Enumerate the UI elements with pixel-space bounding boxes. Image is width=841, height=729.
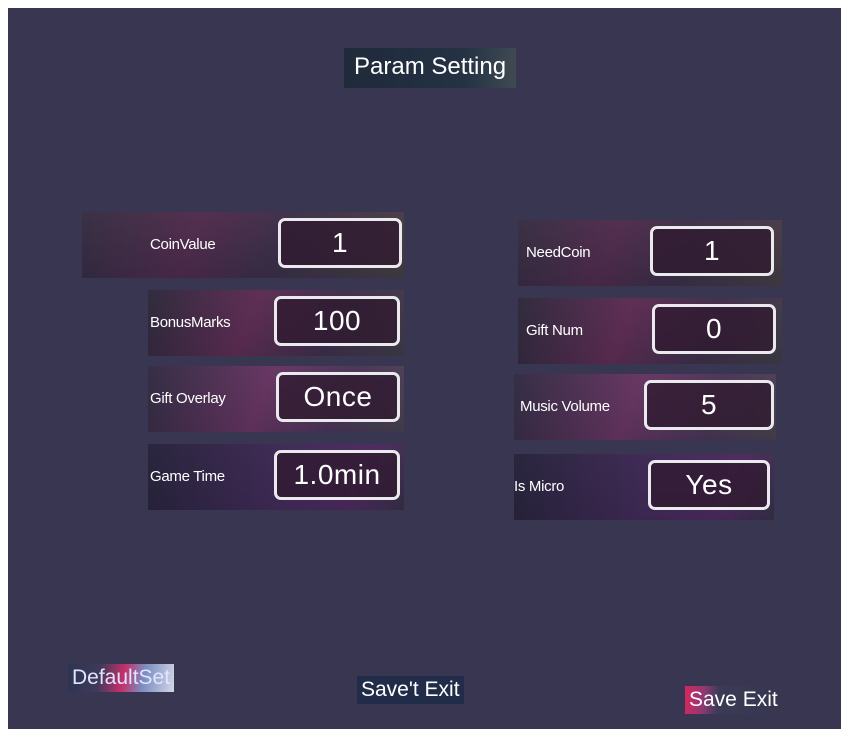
param-row-game-time[interactable]: Game Time 1.0min bbox=[148, 444, 404, 510]
param-label-is-micro: Is Micro bbox=[514, 478, 565, 495]
param-row-gift-overlay[interactable]: Gift Overlay Once bbox=[148, 366, 404, 432]
param-setting-screen: Param Setting CoinValue 1 BonusMarks 100… bbox=[8, 8, 841, 729]
save-exit-button[interactable]: Save Exit bbox=[685, 686, 782, 714]
default-set-button[interactable]: DefaultSet bbox=[68, 664, 175, 692]
param-label-music-volume: Music Volume bbox=[520, 398, 610, 415]
param-label-gift-num: Gift Num bbox=[526, 322, 583, 339]
param-value-gift-num[interactable]: 0 bbox=[652, 304, 776, 354]
param-value-need-coin[interactable]: 1 bbox=[650, 226, 774, 276]
param-value-is-micro[interactable]: Yes bbox=[648, 460, 770, 510]
param-value-music-volume[interactable]: 5 bbox=[644, 380, 774, 430]
param-label-game-time: Game Time bbox=[150, 468, 225, 485]
param-row-music-volume[interactable]: Music Volume 5 bbox=[514, 374, 776, 440]
param-label-gift-overlay: Gift Overlay bbox=[150, 390, 226, 407]
param-value-coin-value[interactable]: 1 bbox=[278, 218, 402, 268]
param-row-gift-num[interactable]: Gift Num 0 bbox=[518, 298, 782, 364]
param-value-game-time[interactable]: 1.0min bbox=[274, 450, 400, 500]
param-row-is-micro[interactable]: Is Micro Yes bbox=[514, 454, 774, 520]
param-row-coin-value[interactable]: CoinValue 1 bbox=[82, 212, 404, 278]
param-row-need-coin[interactable]: NeedCoin 1 bbox=[518, 220, 782, 286]
param-label-need-coin: NeedCoin bbox=[526, 244, 591, 261]
param-label-coin-value: CoinValue bbox=[150, 236, 216, 253]
save-not-exit-button[interactable]: Save't Exit bbox=[357, 676, 464, 704]
param-row-bonus-marks[interactable]: BonusMarks 100 bbox=[148, 290, 404, 356]
page-title: Param Setting bbox=[344, 48, 517, 88]
param-value-gift-overlay[interactable]: Once bbox=[276, 372, 400, 422]
param-label-bonus-marks: BonusMarks bbox=[150, 314, 231, 331]
param-value-bonus-marks[interactable]: 100 bbox=[274, 296, 400, 346]
